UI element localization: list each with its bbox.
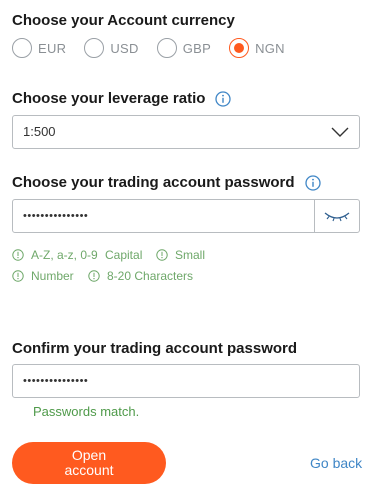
currency-heading-text: Choose your Account currency xyxy=(12,12,235,29)
requirement-length: 8-20 Characters xyxy=(88,269,193,283)
currency-option-usd[interactable]: USD xyxy=(84,38,138,58)
open-account-button[interactable]: Open account xyxy=(12,442,166,484)
requirement-label: Capital xyxy=(105,248,143,262)
radio-unselected-icon[interactable] xyxy=(12,38,32,58)
account-setup-form: Choose your Account currency EUR USD GBP… xyxy=(0,0,387,498)
currency-option-label: GBP xyxy=(182,40,212,56)
requirement-label: 8-20 Characters xyxy=(107,269,194,283)
info-icon xyxy=(12,270,24,282)
currency-option-label: USD xyxy=(110,40,139,56)
password-visibility-toggle[interactable] xyxy=(314,200,359,232)
confirm-heading: Confirm your trading account password xyxy=(12,340,297,357)
info-icon[interactable] xyxy=(215,90,232,107)
requirement-charset: A-Z, a-z, 0-9 xyxy=(12,248,98,262)
currency-option-eur[interactable]: EUR xyxy=(12,38,66,58)
leverage-select[interactable]: 1:500 xyxy=(12,115,360,149)
currency-option-label: NGN xyxy=(255,40,285,56)
confirm-heading-text: Confirm your trading account password xyxy=(12,340,298,357)
requirement-label: Number xyxy=(31,269,74,283)
currency-option-gbp[interactable]: GBP xyxy=(156,38,212,58)
requirement-label: A-Z, a-z, 0-9 xyxy=(31,248,98,262)
password-heading: Choose your trading account password xyxy=(12,174,321,191)
radio-selected-icon[interactable] xyxy=(229,38,250,58)
requirement-label: Small xyxy=(175,248,206,262)
password-input[interactable]: ••••••••••••••• xyxy=(12,199,360,233)
leverage-selected-value: 1:500 xyxy=(23,124,56,139)
radio-dot xyxy=(234,43,245,53)
info-icon xyxy=(12,249,24,261)
currency-option-ngn[interactable]: NGN xyxy=(229,38,285,58)
leverage-heading: Choose your leverage ratio xyxy=(12,90,232,107)
info-icon xyxy=(88,270,100,282)
confirm-password-input[interactable]: ••••••••••••••• xyxy=(12,364,360,398)
go-back-link[interactable]: Go back xyxy=(310,455,362,471)
currency-option-label: EUR xyxy=(38,40,67,56)
confirm-password-value: ••••••••••••••• xyxy=(23,375,89,387)
currency-heading: Choose your Account currency xyxy=(12,12,235,29)
password-value: ••••••••••••••• xyxy=(23,210,89,222)
currency-radio-group: EUR USD GBP NGN xyxy=(12,38,303,58)
requirement-number: Number xyxy=(12,269,74,283)
password-heading-text: Choose your trading account password xyxy=(12,174,295,191)
info-icon xyxy=(156,249,168,261)
radio-unselected-icon[interactable] xyxy=(84,38,105,58)
requirement-capital: Capital xyxy=(105,248,142,262)
eye-closed-icon xyxy=(324,212,350,222)
leverage-heading-text: Choose your leverage ratio xyxy=(12,90,206,107)
radio-unselected-icon[interactable] xyxy=(156,38,177,58)
info-icon[interactable] xyxy=(304,174,321,191)
requirement-small: Small xyxy=(156,248,205,262)
password-match-status: Passwords match. xyxy=(33,404,140,419)
chevron-down-icon xyxy=(331,127,349,137)
